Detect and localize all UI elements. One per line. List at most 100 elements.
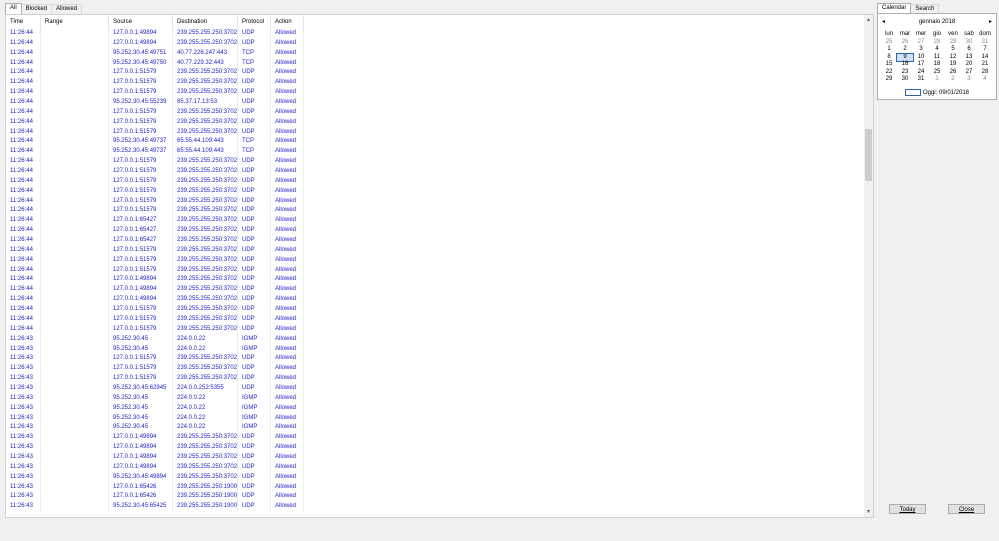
- calendar-day[interactable]: 15: [881, 61, 897, 69]
- calendar-day[interactable]: 7: [977, 46, 993, 54]
- table-row[interactable]: 11:26:43 95.252.30.45 224.0.0.22 IGMP Allowe…: [6, 393, 864, 404]
- table-row[interactable]: 11:26:43 95.252.30.45:65425 239.255.255.25…: [6, 502, 864, 513]
- calendar-day[interactable]: 13: [961, 54, 977, 62]
- table-row[interactable]: 11:26:44 127.0.0.1:51579 239.255.255.250:3…: [6, 127, 864, 138]
- table-row[interactable]: 11:26:44 127.0.0.1:51579 239.255.255.250:3…: [6, 186, 864, 197]
- calendar-day[interactable]: 31: [913, 76, 929, 84]
- calendar-day[interactable]: 16: [897, 61, 913, 69]
- table-row[interactable]: 11:26:43 127.0.0.1:65426 239.255.255.250:1…: [6, 492, 864, 503]
- calendar-today-link[interactable]: Oggi: 09/01/2018: [878, 89, 996, 97]
- table-row[interactable]: 11:26:44 127.0.0.1:51579 239.255.255.250:3…: [6, 167, 864, 177]
- table-row[interactable]: 11:26:43 95.252.30.45 224.0.0.22 IGMP Allowe…: [6, 413, 864, 424]
- table-row[interactable]: 11:26:43 127.0.0.1:49894 239.255.255.250:3…: [6, 452, 864, 463]
- vertical-scrollbar[interactable]: ▴ ▾: [864, 15, 873, 517]
- table-row[interactable]: 11:26:44 127.0.0.1:65427 239.255.255.250:3…: [6, 236, 864, 246]
- table-row[interactable]: 11:26:44 127.0.0.1:51579 239.255.255.250:3…: [6, 117, 864, 128]
- calendar-day[interactable]: 2: [945, 76, 961, 84]
- scrollbar-thumb[interactable]: [865, 129, 872, 181]
- today-button[interactable]: Today: [889, 504, 926, 514]
- calendar-day[interactable]: 22: [881, 69, 897, 77]
- table-row[interactable]: 11:26:43 95.252.30.45 224.0.0.22 IGMP Allowe…: [6, 334, 864, 345]
- table-row[interactable]: 11:26:43 95.252.30.45 224.0.0.22 IGMP Allowe…: [6, 344, 864, 355]
- calendar-day[interactable]: 29: [881, 76, 897, 84]
- calendar-day[interactable]: 3: [913, 46, 929, 54]
- close-button[interactable]: Close: [948, 504, 985, 514]
- column-header-source[interactable]: Source: [109, 15, 173, 29]
- table-row[interactable]: 11:26:43 127.0.0.1:49894 239.255.255.250:3…: [6, 433, 864, 444]
- column-header-time[interactable]: Time: [6, 15, 41, 29]
- column-header-destination[interactable]: Destination: [173, 15, 238, 29]
- calendar-day[interactable]: 11: [929, 54, 945, 62]
- table-row[interactable]: 11:26:43 127.0.0.1:51579 239.255.255.250:3…: [6, 374, 864, 384]
- table-row[interactable]: 11:26:44 127.0.0.1:51579 239.255.255.250:3…: [6, 78, 864, 89]
- calendar-day[interactable]: 27: [961, 69, 977, 77]
- table-row[interactable]: 11:26:44 127.0.0.1:51579 239.255.255.250:3…: [6, 314, 864, 325]
- table-row[interactable]: 11:26:44 127.0.0.1:51579 239.255.255.250:3…: [6, 305, 864, 315]
- column-header-range[interactable]: Range: [41, 15, 109, 29]
- calendar-day[interactable]: 6: [961, 46, 977, 54]
- calendar-day[interactable]: 10: [913, 54, 929, 62]
- table-row[interactable]: 11:26:44 127.0.0.1:51579 239.255.255.250:3…: [6, 107, 864, 118]
- calendar-day[interactable]: 12: [945, 54, 961, 62]
- table-row[interactable]: 11:26:44 127.0.0.1:51579 239.255.255.250:3…: [6, 157, 864, 168]
- table-row[interactable]: 11:26:44 95.252.30.45:49737 65.55.44.109:4…: [6, 137, 864, 148]
- table-row[interactable]: 11:26:44 127.0.0.1:51579 239.255.255.250:3…: [6, 176, 864, 187]
- calendar-day[interactable]: 8: [881, 54, 897, 62]
- table-row[interactable]: 11:26:44 127.0.0.1:51579 239.255.255.250:3…: [6, 88, 864, 99]
- calendar-day[interactable]: 31: [977, 39, 993, 47]
- calendar-day[interactable]: 21: [977, 61, 993, 69]
- table-row[interactable]: 11:26:43 95.252.30.45:62945 224.0.0.252:53…: [6, 383, 864, 394]
- prev-month-icon[interactable]: ◂: [882, 18, 885, 26]
- table-row[interactable]: 11:26:43 95.252.30.45 224.0.0.22 IGMP Allowe…: [6, 423, 864, 434]
- column-header-protocol[interactable]: Protocol: [238, 15, 271, 29]
- calendar-month-title[interactable]: gennaio 2018: [898, 18, 976, 26]
- table-row[interactable]: 11:26:43 127.0.0.1:51579 239.255.255.250:3…: [6, 364, 864, 375]
- calendar-day[interactable]: 24: [913, 69, 929, 77]
- calendar-day[interactable]: 1: [881, 46, 897, 54]
- calendar-day[interactable]: 9: [896, 52, 914, 62]
- table-row[interactable]: 11:26:43 127.0.0.1:49894 239.255.255.250:3…: [6, 462, 864, 473]
- calendar-day[interactable]: 28: [977, 69, 993, 77]
- calendar-day[interactable]: 26: [897, 39, 913, 47]
- column-header-action[interactable]: Action: [271, 15, 304, 29]
- scroll-down-icon[interactable]: ▾: [864, 507, 873, 517]
- calendar-day[interactable]: 26: [945, 69, 961, 77]
- table-row[interactable]: 11:26:44 95.252.30.45:49737 65.55.44.109:4…: [6, 147, 864, 158]
- next-month-icon[interactable]: ▸: [989, 18, 992, 26]
- calendar-day[interactable]: 23: [897, 69, 913, 77]
- table-row[interactable]: 11:26:44 95.252.30.45:49750 40.77.229.32:4…: [6, 58, 864, 69]
- calendar-day[interactable]: 18: [929, 61, 945, 69]
- calendar-day[interactable]: 29: [945, 39, 961, 47]
- table-row[interactable]: 11:26:44 127.0.0.1:51579 239.255.255.250:3…: [6, 206, 864, 217]
- table-row[interactable]: 11:26:44 127.0.0.1:49894 239.255.255.250:3…: [6, 285, 864, 296]
- table-row[interactable]: 11:26:43 95.252.30.45:49894 239.255.255.25…: [6, 472, 864, 483]
- table-row[interactable]: 11:26:44 95.252.30.45:55239 85.37.17.13:53…: [6, 98, 864, 108]
- calendar-day[interactable]: 4: [977, 76, 993, 84]
- calendar-day[interactable]: 25: [929, 69, 945, 77]
- calendar-day[interactable]: 4: [929, 46, 945, 54]
- calendar-day[interactable]: 19: [945, 61, 961, 69]
- table-row[interactable]: 11:26:44 127.0.0.1:49894 239.255.255.250:3…: [6, 295, 864, 306]
- table-row[interactable]: 11:26:43 127.0.0.1:51579 239.255.255.250:3…: [6, 354, 864, 365]
- table-row[interactable]: 11:26:44 127.0.0.1:51579 239.255.255.250:3…: [6, 265, 864, 276]
- table-row[interactable]: 11:26:43 95.252.30.45 224.0.0.22 IGMP Allowe…: [6, 403, 864, 414]
- calendar-day[interactable]: 30: [961, 39, 977, 47]
- calendar-day[interactable]: 30: [897, 76, 913, 84]
- table-row[interactable]: 11:26:44 127.0.0.1:51579 239.255.255.250:3…: [6, 324, 864, 335]
- calendar-day[interactable]: 27: [913, 39, 929, 47]
- calendar-day[interactable]: 1: [929, 76, 945, 84]
- calendar-day[interactable]: 17: [913, 61, 929, 69]
- calendar-day[interactable]: 25: [881, 39, 897, 47]
- table-row[interactable]: 11:26:44 127.0.0.1:65427 239.255.255.250:3…: [6, 226, 864, 237]
- table-row[interactable]: 11:26:44 127.0.0.1:51579 239.255.255.250:3…: [6, 196, 864, 207]
- table-row[interactable]: 11:26:44 127.0.0.1:51579 239.255.255.250:3…: [6, 245, 864, 256]
- table-row[interactable]: 11:26:44 127.0.0.1:49894 239.255.255.250:3…: [6, 29, 864, 39]
- calendar-day[interactable]: 14: [977, 54, 993, 62]
- scroll-up-icon[interactable]: ▴: [864, 15, 873, 25]
- table-row[interactable]: 11:26:44 127.0.0.1:65427 239.255.255.250:3…: [6, 216, 864, 227]
- table-row[interactable]: 11:26:44 127.0.0.1:51579 239.255.255.250:3…: [6, 68, 864, 79]
- calendar-day[interactable]: 3: [961, 76, 977, 84]
- table-row[interactable]: 11:26:44 127.0.0.1:49894 239.255.255.250:3…: [6, 38, 864, 49]
- table-row[interactable]: 11:26:44 127.0.0.1:51579 239.255.255.250:3…: [6, 255, 864, 266]
- table-row[interactable]: 11:26:43 127.0.0.1:49894 239.255.255.250:3…: [6, 443, 864, 453]
